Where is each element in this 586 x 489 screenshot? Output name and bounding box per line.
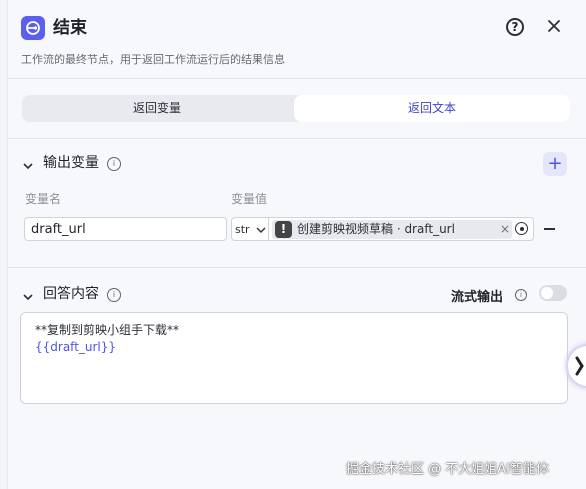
end-node-icon — [21, 16, 45, 40]
variable-reference-label: 创建剪映视频草稿 · draft_url — [297, 222, 455, 236]
info-icon[interactable]: i — [515, 289, 527, 301]
tab-return-text[interactable]: 返回文本 — [294, 95, 570, 122]
variable-type-value: str — [235, 223, 250, 236]
answer-content-editor[interactable]: **复制到剪映小组手下载** {{draft_url}} — [20, 312, 568, 404]
divider — [8, 78, 586, 79]
stream-output-toggle[interactable] — [539, 285, 567, 301]
warning-icon: ! — [275, 221, 292, 238]
assistant-avatar[interactable] — [566, 344, 586, 388]
panel-description: 工作流的最终节点，用于返回工作流运行后的结果信息 — [21, 53, 285, 66]
help-icon[interactable]: ? — [506, 18, 524, 36]
watermark-text: 掘金技术社区 @ 不大姐姐AI智能体 — [346, 462, 549, 477]
info-icon[interactable]: i — [107, 288, 121, 302]
info-icon[interactable]: i — [107, 157, 121, 171]
variable-value-field[interactable]: ! 创建剪映视频草稿 · draft_url × — [269, 217, 534, 241]
panel-title: 结束 — [53, 18, 87, 38]
remove-variable-button[interactable] — [544, 228, 555, 230]
answer-text-line: **复制到剪映小组手下载** — [35, 323, 180, 337]
close-icon[interactable] — [544, 16, 564, 36]
answer-content-title: 回答内容 — [43, 286, 99, 302]
chevron-down-icon[interactable] — [22, 288, 34, 301]
chevron-down-icon — [256, 227, 266, 233]
clear-icon[interactable]: × — [500, 220, 510, 239]
column-header-value: 变量值 — [231, 192, 268, 206]
tab-return-variable[interactable]: 返回变量 — [22, 95, 292, 122]
output-variables-title: 输出变量 — [43, 155, 99, 171]
divider — [8, 267, 586, 268]
divider — [8, 138, 586, 139]
variable-name-input[interactable]: draft_url — [24, 217, 227, 241]
chevron-down-icon[interactable] — [22, 157, 34, 170]
return-mode-tabs: 返回变量 返回文本 — [22, 95, 570, 122]
variable-reference-chip[interactable]: ! 创建剪映视频草稿 · draft_url × — [272, 220, 512, 239]
variable-type-select[interactable]: str — [231, 217, 269, 241]
stream-output-label: 流式输出 — [451, 290, 504, 305]
answer-variable-line: {{draft_url}} — [35, 340, 117, 354]
column-header-name: 变量名 — [25, 192, 62, 206]
add-variable-button[interactable]: + — [543, 152, 567, 176]
reference-picker-icon[interactable] — [515, 222, 528, 235]
end-node-panel: 结束 ? 工作流的最终节点，用于返回工作流运行后的结果信息 返回变量 返回文本 … — [7, 0, 586, 489]
